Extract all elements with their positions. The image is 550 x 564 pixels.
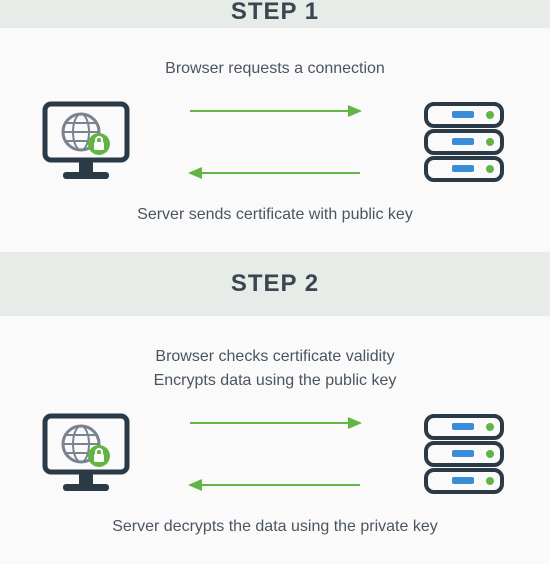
arrows-group: [134, 104, 416, 180]
browser-lock-icon: [38, 410, 134, 498]
arrows-group: [134, 416, 416, 492]
step-heading: STEP 2: [0, 252, 550, 316]
step-heading: STEP 1: [0, 0, 550, 28]
step-heading-text: STEP 2: [231, 270, 319, 297]
arrow-left-icon: [188, 166, 362, 180]
step-body: Browser checks certificate validity Encr…: [0, 316, 550, 564]
step-body: Browser requests a connection: [0, 28, 550, 252]
diagram-row: [0, 410, 550, 498]
server-stack-icon: [416, 410, 512, 498]
arrow-right-icon: [188, 104, 362, 118]
browser-lock-icon: [38, 98, 134, 186]
caption: Browser requests a connection: [0, 60, 550, 78]
caption: Server sends certificate with public key: [0, 206, 550, 224]
arrow-right-icon: [188, 416, 362, 430]
arrow-left-icon: [188, 478, 362, 492]
caption: Browser checks certificate validity: [0, 348, 550, 366]
caption: Server decrypts the data using the priva…: [0, 518, 550, 536]
diagram-row: [0, 98, 550, 186]
server-stack-icon: [416, 98, 512, 186]
step-heading-text: STEP 1: [231, 0, 319, 25]
caption: Encrypts data using the public key: [0, 372, 550, 390]
